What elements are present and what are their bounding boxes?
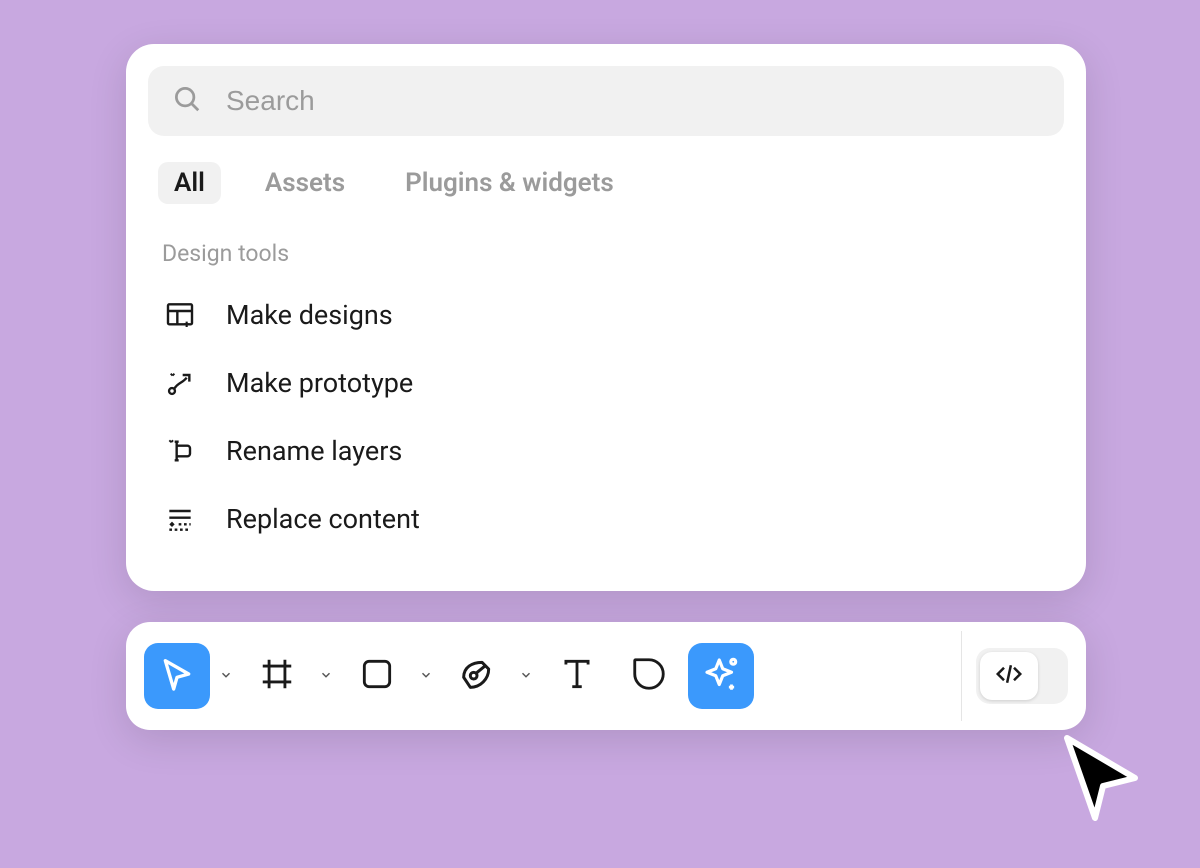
action-make-prototype[interactable]: Make prototype: [148, 349, 1064, 417]
action-label: Make designs: [226, 299, 393, 331]
action-label: Rename layers: [226, 435, 402, 467]
action-label: Make prototype: [226, 367, 413, 399]
dev-mode-toggle[interactable]: [976, 648, 1068, 704]
action-make-designs[interactable]: Make designs: [148, 281, 1064, 349]
chevron-down-icon: [219, 667, 233, 686]
replace-content-icon: [162, 501, 198, 537]
action-replace-content[interactable]: Replace content: [148, 485, 1064, 553]
make-prototype-icon: [162, 365, 198, 401]
frame-tool-menu[interactable]: [314, 643, 338, 709]
shape-tool-group: [344, 643, 438, 709]
frame-tool[interactable]: [244, 643, 310, 709]
mouse-cursor: [1055, 730, 1151, 830]
chevron-down-icon: [319, 667, 333, 686]
comment-icon: [630, 655, 668, 697]
comment-tool[interactable]: [616, 643, 682, 709]
code-icon: [994, 659, 1024, 693]
chevron-down-icon: [519, 667, 533, 686]
section-header: Design tools: [148, 224, 1064, 277]
main-toolbar: [126, 622, 1086, 730]
pen-icon: [457, 654, 497, 698]
tab-plugins-widgets[interactable]: Plugins & widgets: [389, 162, 630, 204]
pen-tool[interactable]: [444, 643, 510, 709]
rectangle-icon: [358, 655, 396, 697]
dev-mode-off: [1038, 652, 1064, 700]
design-tools-list: Make designs Make prototype: [148, 277, 1064, 569]
actions-panel: All Assets Plugins & widgets Design tool…: [126, 44, 1086, 591]
select-tool-group: [144, 643, 238, 709]
filter-tabs: All Assets Plugins & widgets: [148, 136, 1064, 224]
text-tool[interactable]: [544, 643, 610, 709]
make-designs-icon: [162, 297, 198, 333]
select-tool[interactable]: [144, 643, 210, 709]
pen-tool-group: [444, 643, 538, 709]
toolbar-divider: [961, 631, 962, 721]
chevron-down-icon: [419, 667, 433, 686]
dev-mode-design: [980, 652, 1038, 700]
shape-tool[interactable]: [344, 643, 410, 709]
shape-tool-menu[interactable]: [414, 643, 438, 709]
search-icon: [172, 84, 202, 118]
tab-all[interactable]: All: [158, 162, 221, 204]
ai-sparkle-icon: [700, 653, 742, 699]
frame-icon: [258, 655, 296, 697]
search-bar[interactable]: [148, 66, 1064, 136]
text-icon: [558, 655, 596, 697]
tab-assets[interactable]: Assets: [249, 162, 361, 204]
rename-layers-icon: [162, 433, 198, 469]
pen-tool-menu[interactable]: [514, 643, 538, 709]
cursor-icon: [157, 654, 197, 698]
search-input[interactable]: [226, 85, 1040, 117]
ai-actions-tool[interactable]: [688, 643, 754, 709]
action-rename-layers[interactable]: Rename layers: [148, 417, 1064, 485]
frame-tool-group: [244, 643, 338, 709]
select-tool-menu[interactable]: [214, 643, 238, 709]
action-label: Replace content: [226, 503, 420, 535]
